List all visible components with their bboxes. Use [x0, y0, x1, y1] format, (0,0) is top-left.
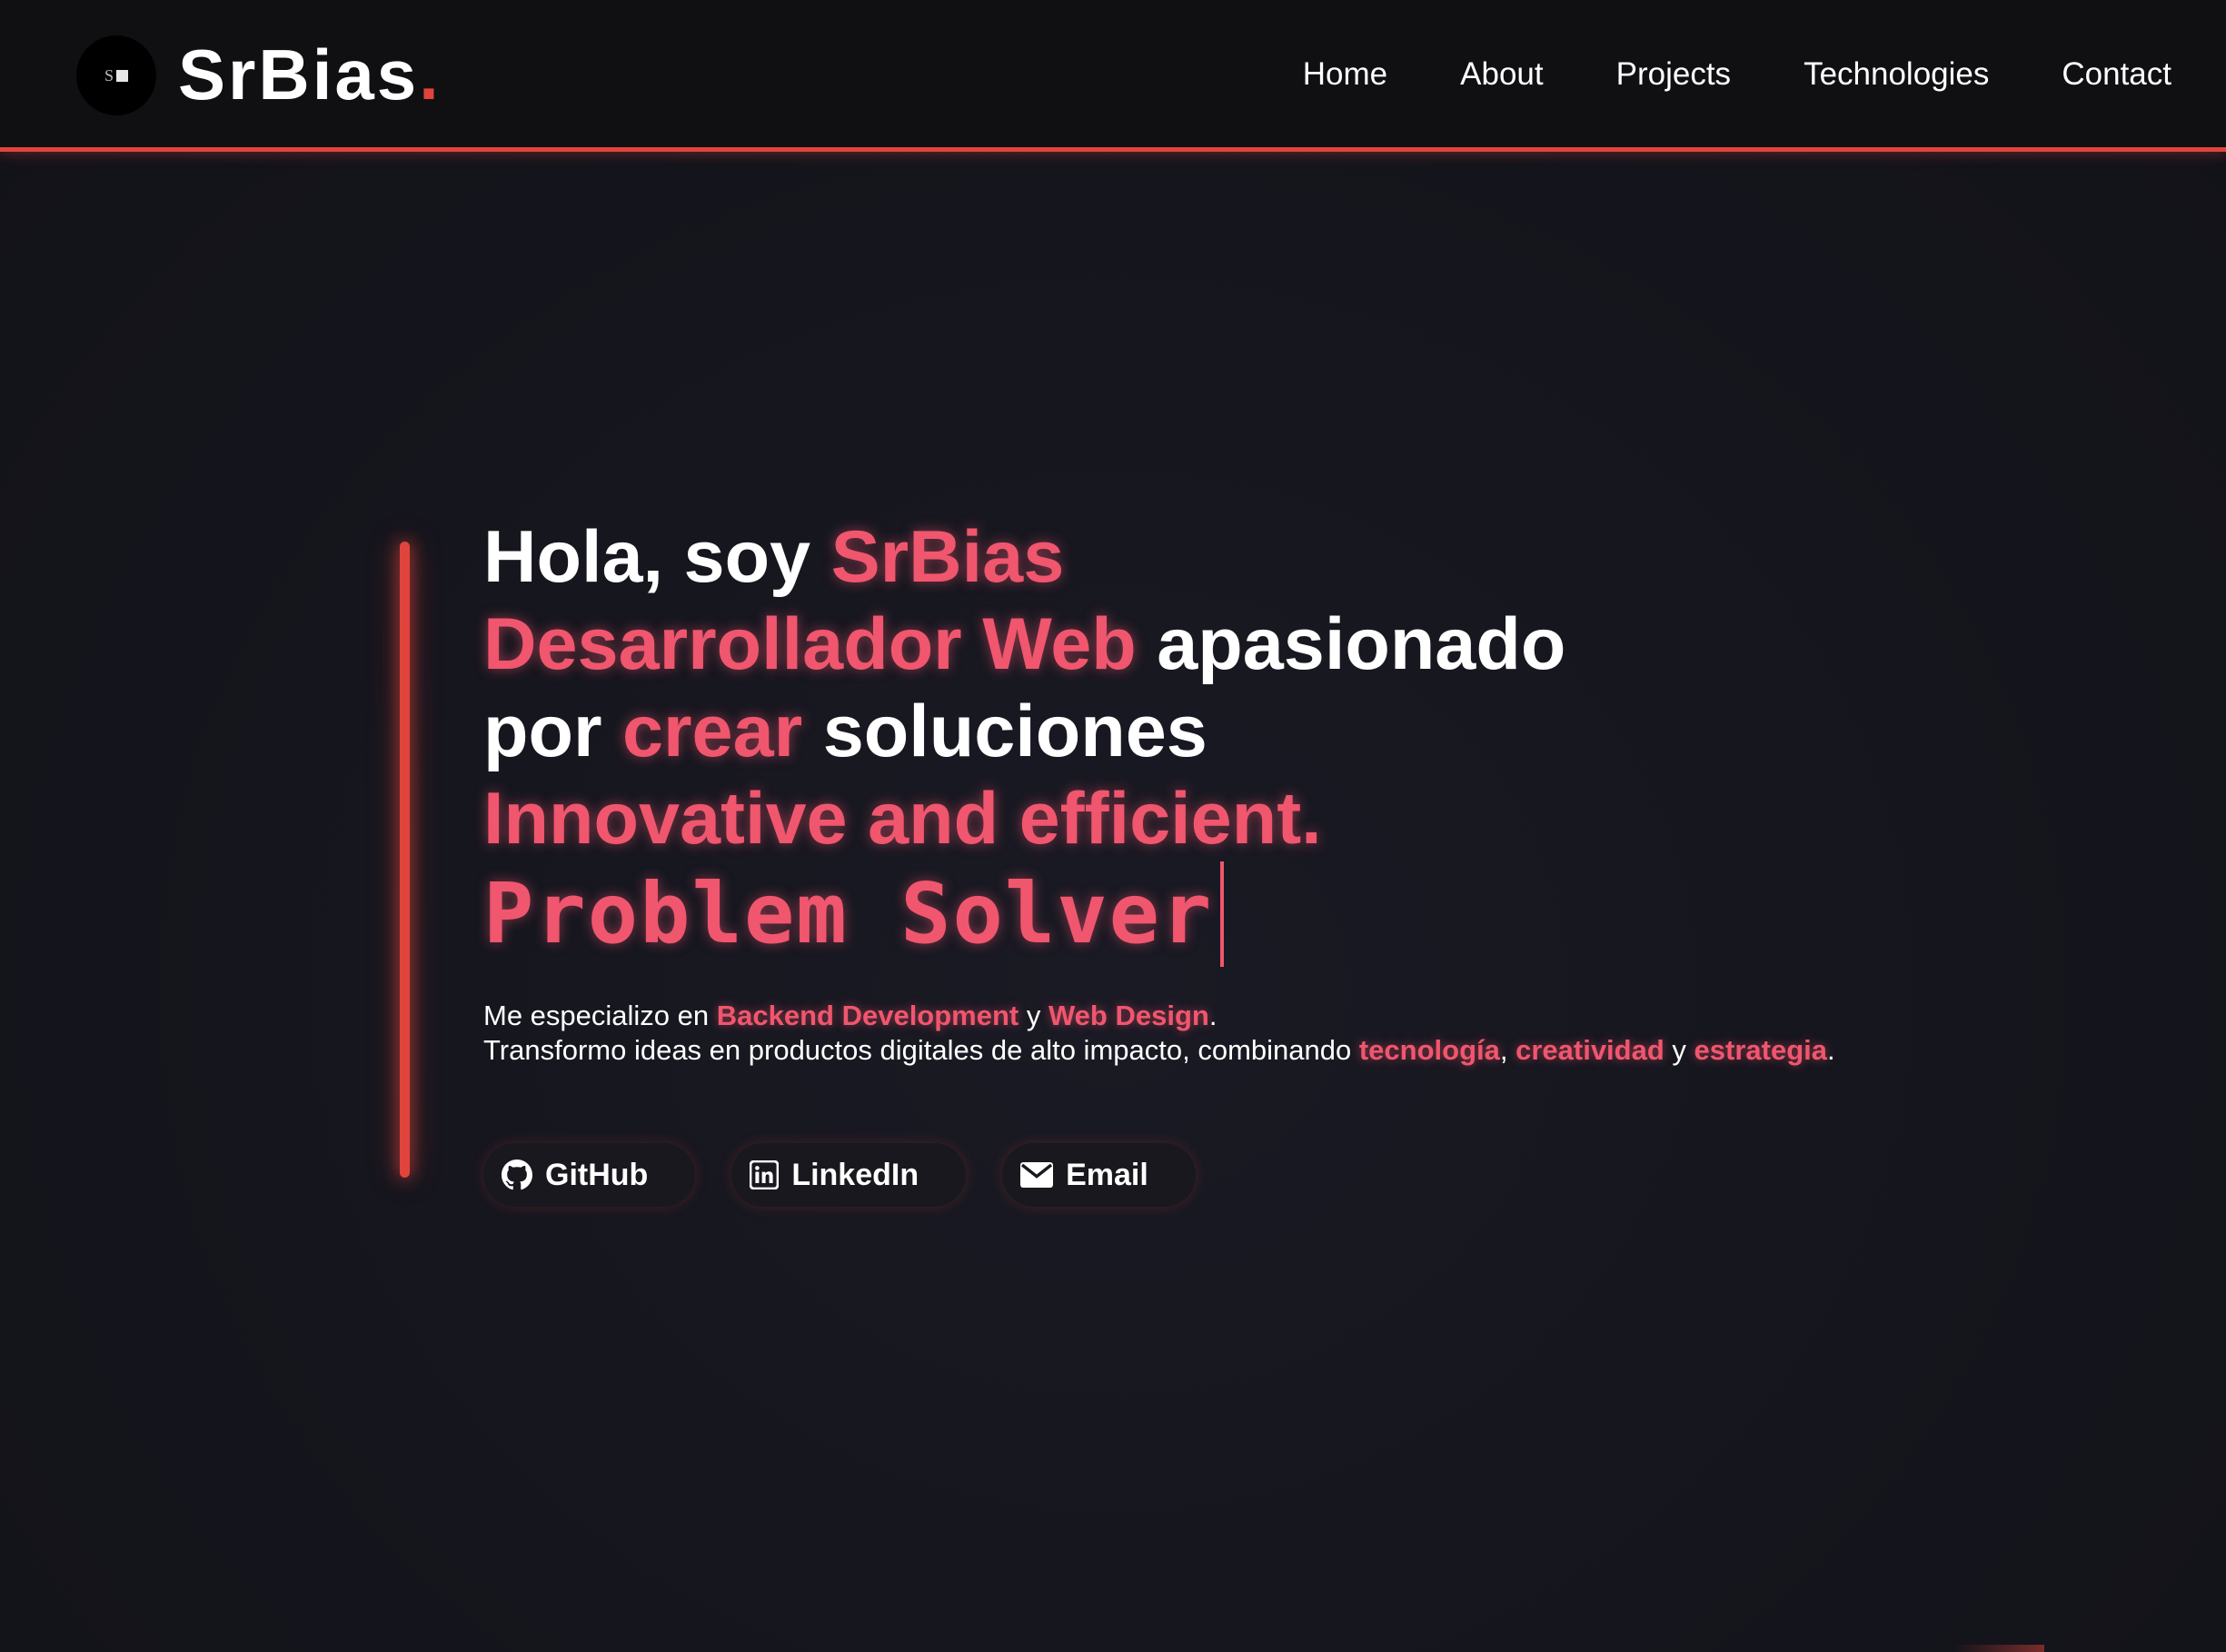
brand-dot: . — [419, 35, 442, 114]
typewriter-text: Problem Solver — [483, 860, 1225, 969]
nav-home[interactable]: Home — [1303, 49, 1387, 100]
hero-description: Me especializo en Backend Development y … — [483, 999, 1835, 1068]
headline-role: Desarrollador Web — [483, 603, 1137, 685]
linkedin-icon — [750, 1160, 780, 1189]
hero-accent-bar — [400, 542, 410, 1178]
nav-projects[interactable]: Projects — [1616, 49, 1731, 100]
email-button[interactable]: Email — [1002, 1143, 1196, 1207]
linkedin-button[interactable]: LinkedIn — [731, 1143, 967, 1207]
headline-greeting: Hola, soy — [483, 516, 831, 598]
typewriter-word: Problem Solver — [483, 865, 1214, 962]
headline-por: por — [483, 691, 622, 772]
desc-text: . — [1208, 1000, 1217, 1031]
github-icon — [502, 1159, 532, 1190]
desc-line-2: Transformo ideas en productos digitales … — [483, 1033, 1835, 1068]
headline-name: SrBias — [830, 516, 1065, 598]
typing-caret — [1220, 861, 1225, 967]
github-button[interactable]: GitHub — [483, 1143, 696, 1207]
desc-word-tecnologia: tecnología — [1358, 1034, 1500, 1066]
nav-about[interactable]: About — [1460, 49, 1543, 100]
desc-word-creatividad: creatividad — [1515, 1034, 1665, 1066]
envelope-icon — [1020, 1162, 1054, 1188]
desc-skill-webdesign: Web Design — [1048, 1000, 1209, 1031]
bottom-accent-decoration — [1953, 1645, 2044, 1652]
desc-line-1: Me especializo en Backend Development y … — [483, 999, 1835, 1033]
desc-skill-backend: Backend Development — [716, 1000, 1019, 1031]
page: S SrBias. Home About Projects Technologi… — [0, 0, 2226, 1652]
logo-letter: S — [104, 65, 114, 85]
desc-word-estrategia: estrategia — [1694, 1034, 1827, 1066]
github-label: GitHub — [545, 1157, 649, 1192]
brand-text: SrBias — [178, 35, 420, 114]
desc-text: Me especializo en — [483, 1000, 717, 1031]
headline-passion: apasionado — [1136, 603, 1566, 685]
main-nav: Home About Projects Technologies Contact — [1230, 49, 2171, 100]
desc-text: y — [1664, 1034, 1694, 1066]
logo-square — [116, 69, 128, 82]
headline-line-1: Hola, soy SrBias — [483, 513, 1565, 601]
headline-line-2: Desarrollador Web apasionado — [483, 601, 1565, 688]
email-label: Email — [1066, 1157, 1148, 1192]
headline-line-4: Innovative and efficient. — [483, 778, 1322, 860]
social-links: GitHub LinkedIn Email — [483, 1143, 1196, 1207]
brand-name[interactable]: SrBias. — [178, 33, 442, 116]
headline-soluciones: soluciones — [802, 691, 1207, 772]
desc-text: . — [1827, 1034, 1835, 1066]
linkedin-label: LinkedIn — [791, 1157, 919, 1192]
desc-text: , — [1499, 1034, 1516, 1066]
nav-technologies[interactable]: Technologies — [1804, 49, 1989, 100]
headline-line-3: por crear soluciones — [483, 688, 1565, 775]
nav-contact[interactable]: Contact — [2062, 49, 2171, 100]
hero-headline: Hola, soy SrBias Desarrollador Web apasi… — [483, 513, 1565, 862]
headline-crear: crear — [621, 691, 803, 772]
srbias-logo-icon[interactable]: S — [76, 35, 156, 115]
desc-text: Transformo ideas en productos digitales … — [483, 1034, 1359, 1066]
desc-text: y — [1019, 1000, 1048, 1031]
site-header: S SrBias. Home About Projects Technologi… — [0, 0, 2226, 152]
